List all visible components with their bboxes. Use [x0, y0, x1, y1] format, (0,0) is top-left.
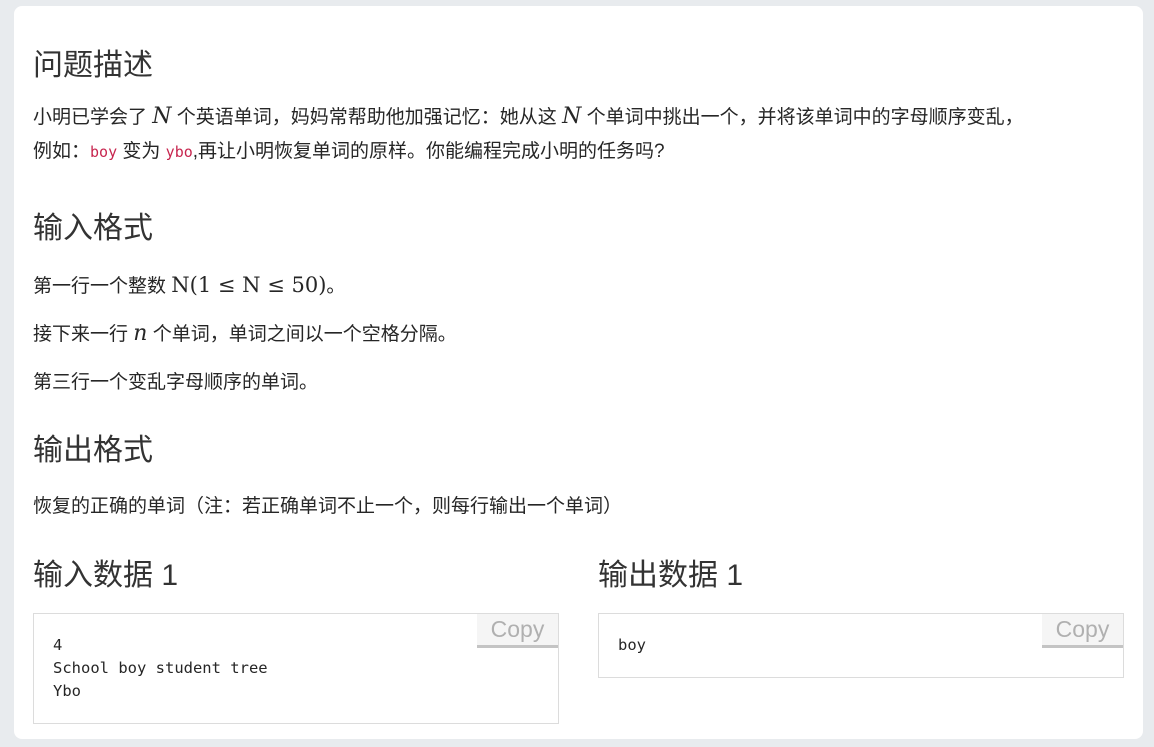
description-line-2: 例如：boy 变为 ybo,再让小明恢复单词的原样。你能编程完成小明的任务吗?	[33, 141, 665, 162]
copy-output-button[interactable]: Copy	[1042, 614, 1123, 648]
input-format-title: 输入格式	[33, 212, 153, 245]
description-section: 问题描述 小明已学会了 N 个英语单词，妈妈常帮助他加强记忆：她从这 N 个单词…	[33, 48, 1124, 169]
sample-input-box: 4 School boy student tree Ybo Copy	[33, 613, 559, 724]
sample-input-title: 输入数据 1	[33, 559, 179, 592]
math-constraint: N(1 ≤ N ≤ 50)	[171, 273, 327, 297]
problem-card: 问题描述 小明已学会了 N 个英语单词，妈妈常帮助他加强记忆：她从这 N 个单词…	[14, 6, 1143, 739]
output-format-section: 输出格式 恢复的正确的单词（注：若正确单词不止一个，则每行输出一个单词）	[33, 433, 1124, 524]
sample-input: 输入数据 1 4 School boy student tree Ybo Cop…	[33, 558, 559, 724]
input-format-p3: 第三行一个变乱字母顺序的单词。	[33, 372, 319, 393]
description-line-1: 小明已学会了 N 个英语单词，妈妈常帮助他加强记忆：她从这 N 个单词中挑出一个…	[33, 104, 1024, 129]
math-N: N	[152, 104, 172, 129]
sample-output-title: 输出数据 1	[598, 559, 744, 592]
math-N: N	[562, 104, 582, 129]
sample-output-box: boy Copy	[598, 613, 1124, 678]
output-format-p1: 恢复的正确的单词（注：若正确单词不止一个，则每行输出一个单词）	[33, 496, 623, 517]
input-format-p2: 接下来一行 n 个单词，单词之间以一个空格分隔。	[33, 321, 457, 346]
input-format-section: 输入格式 第一行一个整数 N(1 ≤ N ≤ 50)。 接下来一行 n 个单词，…	[33, 211, 1124, 400]
math-n: n	[133, 321, 148, 346]
output-format-title: 输出格式	[33, 434, 153, 467]
description-title: 问题描述	[33, 49, 153, 82]
sample-output: 输出数据 1 boy Copy	[598, 558, 1124, 678]
input-format-p1: 第一行一个整数 N(1 ≤ N ≤ 50)。	[33, 273, 346, 297]
copy-input-button[interactable]: Copy	[477, 614, 558, 648]
inline-code: ybo	[165, 143, 193, 161]
inline-code: boy	[90, 143, 118, 161]
